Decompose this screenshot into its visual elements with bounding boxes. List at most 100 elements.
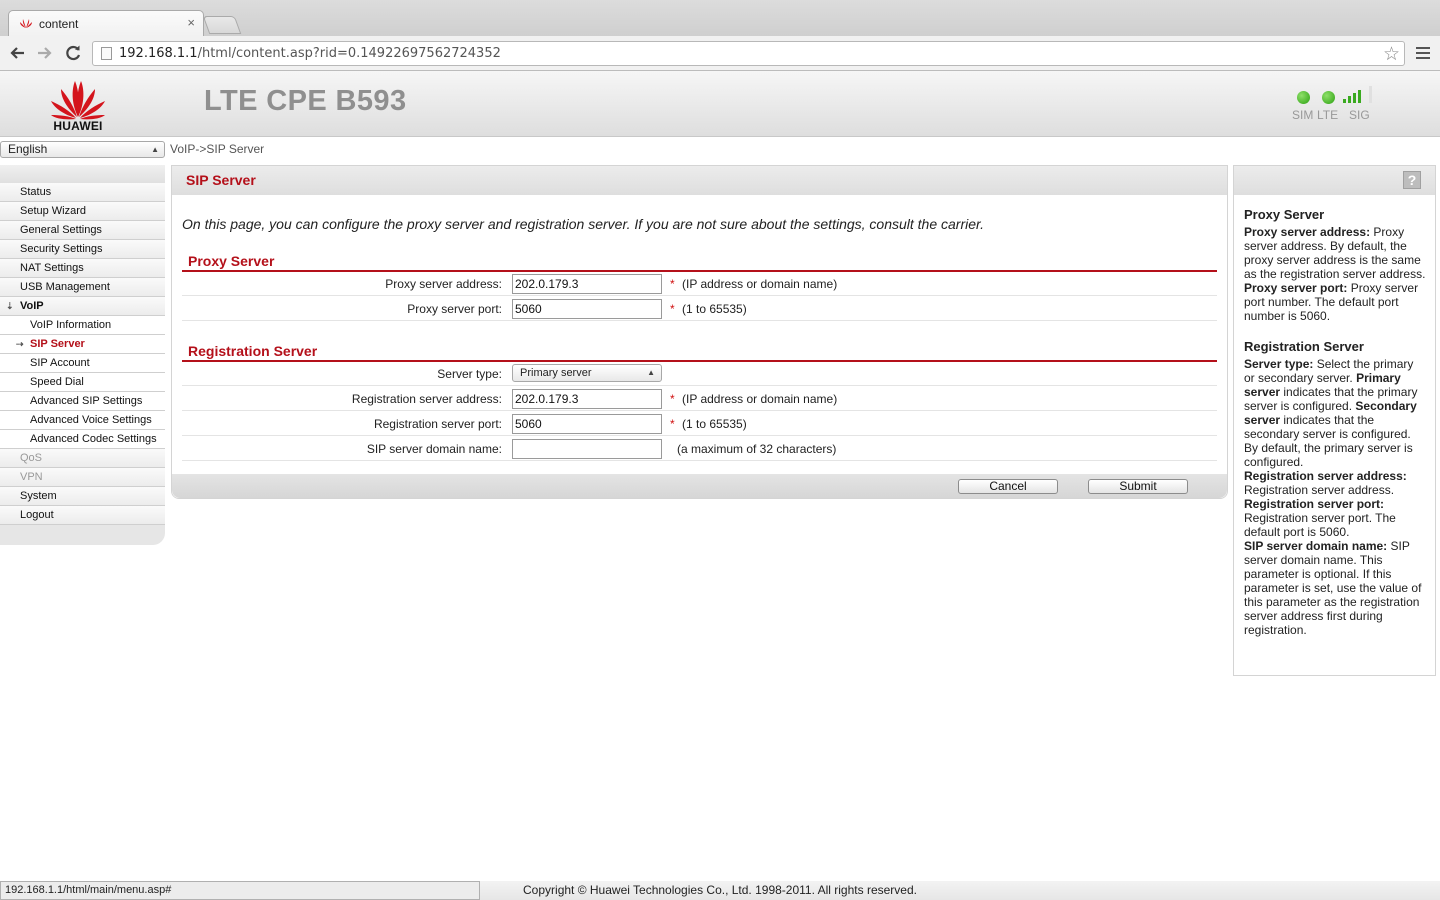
- help-header: ?: [1234, 166, 1435, 195]
- proxy-port-label: Proxy server port:: [407, 302, 502, 316]
- select-arrows-icon: ▲: [151, 145, 159, 154]
- main-panel: SIP Server On this page, you can configu…: [171, 165, 1228, 499]
- brand-name: HUAWEI: [53, 119, 103, 133]
- huawei-petals-icon: [51, 81, 105, 120]
- help-registration-title: Registration Server: [1244, 339, 1364, 354]
- back-button[interactable]: [6, 42, 28, 64]
- lte-label: LTE: [1317, 108, 1339, 122]
- sidebar-item-voip[interactable]: ⇣ VoIP: [0, 297, 165, 316]
- required-mark: *: [670, 417, 675, 431]
- sidebar-item-advanced-voice-settings[interactable]: Advanced Voice Settings: [0, 411, 165, 430]
- server-type-row: Server type: Primary server ▲: [182, 361, 1217, 386]
- help-registration-address: Registration server address: Registratio…: [1244, 469, 1407, 497]
- sidebar-item-setup-wizard[interactable]: Setup Wizard: [0, 202, 165, 221]
- tab-title: content: [39, 17, 79, 31]
- signal-bar: [1369, 86, 1372, 103]
- button-bar: Cancel Submit: [172, 474, 1227, 498]
- browser-toolbar: 192.168.1.1/html/content.asp?rid=0.14922…: [0, 36, 1440, 71]
- sidebar-top: [0, 165, 165, 183]
- sip-domain-hint: (a maximum of 32 characters): [677, 442, 837, 456]
- sidebar-item-nat-settings[interactable]: NAT Settings: [0, 259, 165, 278]
- proxy-port-input[interactable]: [512, 299, 662, 319]
- sig-label: SIG: [1349, 108, 1370, 122]
- reload-button[interactable]: [62, 42, 84, 64]
- huawei-favicon-icon: [20, 19, 32, 28]
- required-mark: *: [670, 277, 675, 291]
- page-description: On this page, you can configure the prox…: [182, 216, 985, 232]
- page-icon: [101, 47, 112, 60]
- server-type-selected: Primary server: [520, 367, 592, 379]
- forward-button[interactable]: [34, 42, 56, 64]
- breadcrumb: VoIP->SIP Server: [170, 142, 265, 156]
- proxy-port-hint: (1 to 65535): [682, 302, 747, 316]
- server-type-select[interactable]: Primary server ▲: [512, 364, 662, 382]
- proxy-port-row: Proxy server port: * (1 to 65535): [182, 296, 1217, 321]
- sip-domain-label: SIP server domain name:: [366, 442, 502, 456]
- sidebar-item-advanced-codec-settings[interactable]: Advanced Codec Settings: [0, 430, 165, 449]
- sidebar-item-security-settings[interactable]: Security Settings: [0, 240, 165, 259]
- proxy-server-section-title: Proxy Server: [182, 253, 1217, 272]
- signal-bar: [1343, 99, 1346, 103]
- browser-tabstrip: content ×: [0, 0, 1440, 36]
- help-panel: ? Proxy Server Proxy server address: Pro…: [1233, 165, 1436, 676]
- arrow-left-icon: [10, 47, 24, 59]
- expand-arrow-icon: ⇣: [6, 301, 14, 311]
- registration-address-input[interactable]: [512, 389, 662, 409]
- current-arrow-icon: ⇢: [16, 339, 24, 349]
- reload-icon: [66, 45, 81, 61]
- bookmark-star-icon[interactable]: ☆: [1383, 43, 1400, 66]
- sidebar-item-sip-server[interactable]: ⇢ SIP Server: [0, 335, 165, 354]
- browser-tab[interactable]: content ×: [8, 10, 204, 36]
- sidebar-item-vpn: VPN: [0, 468, 165, 487]
- registration-port-label: Registration server port:: [373, 417, 502, 431]
- help-server-type: Server type: Select the primary or secon…: [1244, 357, 1418, 469]
- sidebar-item-general-settings[interactable]: General Settings: [0, 221, 165, 240]
- sip-domain-input[interactable]: [512, 439, 662, 459]
- new-tab-button[interactable]: [202, 16, 242, 34]
- close-tab-icon[interactable]: ×: [187, 15, 195, 30]
- help-question-icon[interactable]: ?: [1403, 171, 1421, 189]
- registration-server-section-title: Registration Server: [182, 343, 1217, 362]
- proxy-address-hint: (IP address or domain name): [682, 277, 838, 291]
- sidebar-item-advanced-sip-settings[interactable]: Advanced SIP Settings: [0, 392, 165, 411]
- required-mark: *: [670, 392, 675, 406]
- language-selected: English: [8, 142, 48, 156]
- sidebar-item-qos: QoS: [0, 449, 165, 468]
- sim-label: SIM: [1292, 108, 1314, 122]
- router-header: HUAWEI LTE CPE B593 SIM LTE SIG: [0, 71, 1440, 137]
- server-type-label: Server type:: [437, 367, 502, 381]
- registration-port-row: Registration server port: * (1 to 65535): [182, 411, 1217, 436]
- huawei-logo: HUAWEI: [46, 77, 110, 133]
- help-sip-domain: SIP server domain name: SIP server domai…: [1244, 539, 1422, 637]
- cancel-button[interactable]: Cancel: [958, 479, 1058, 494]
- proxy-address-label: Proxy server address:: [385, 277, 502, 291]
- registration-address-hint: (IP address or domain name): [682, 392, 838, 406]
- sidebar-item-status[interactable]: Status: [0, 183, 165, 202]
- help-proxy-port: Proxy server port: Proxy server port num…: [1244, 281, 1419, 323]
- signal-bar: [1358, 90, 1361, 103]
- registration-address-row: Registration server address: * (IP addre…: [182, 386, 1217, 411]
- registration-port-hint: (1 to 65535): [682, 417, 747, 431]
- signal-bar: [1348, 96, 1351, 103]
- help-proxy-title: Proxy Server: [1244, 207, 1325, 222]
- required-mark: *: [670, 302, 675, 316]
- sidebar-item-speed-dial[interactable]: Speed Dial: [0, 373, 165, 392]
- submit-button[interactable]: Submit: [1088, 479, 1188, 494]
- browser-menu-icon[interactable]: [1416, 47, 1430, 62]
- select-arrows-icon: ▲: [647, 368, 655, 377]
- sidebar-item-usb-management[interactable]: USB Management: [0, 278, 165, 297]
- help-registration-port: Registration server port: Registration s…: [1244, 497, 1396, 539]
- sidebar-item-sip-account[interactable]: SIP Account: [0, 354, 165, 373]
- language-select[interactable]: English ▲: [0, 141, 165, 158]
- registration-port-input[interactable]: [512, 414, 662, 434]
- address-bar[interactable]: 192.168.1.1/html/content.asp?rid=0.14922…: [92, 41, 1405, 66]
- sidebar-item-voip-information[interactable]: VoIP Information: [0, 316, 165, 335]
- url-text: 192.168.1.1/html/content.asp?rid=0.14922…: [119, 46, 501, 61]
- registration-address-label: Registration server address:: [351, 392, 502, 406]
- proxy-address-row: Proxy server address: * (IP address or d…: [182, 271, 1217, 296]
- proxy-address-input[interactable]: [512, 274, 662, 294]
- sidebar-item-logout[interactable]: Logout: [0, 506, 165, 525]
- lte-status-icon: [1322, 91, 1335, 104]
- sidebar-item-system[interactable]: System: [0, 487, 165, 506]
- status-url: 192.168.1.1/html/main/menu.asp#: [0, 881, 480, 900]
